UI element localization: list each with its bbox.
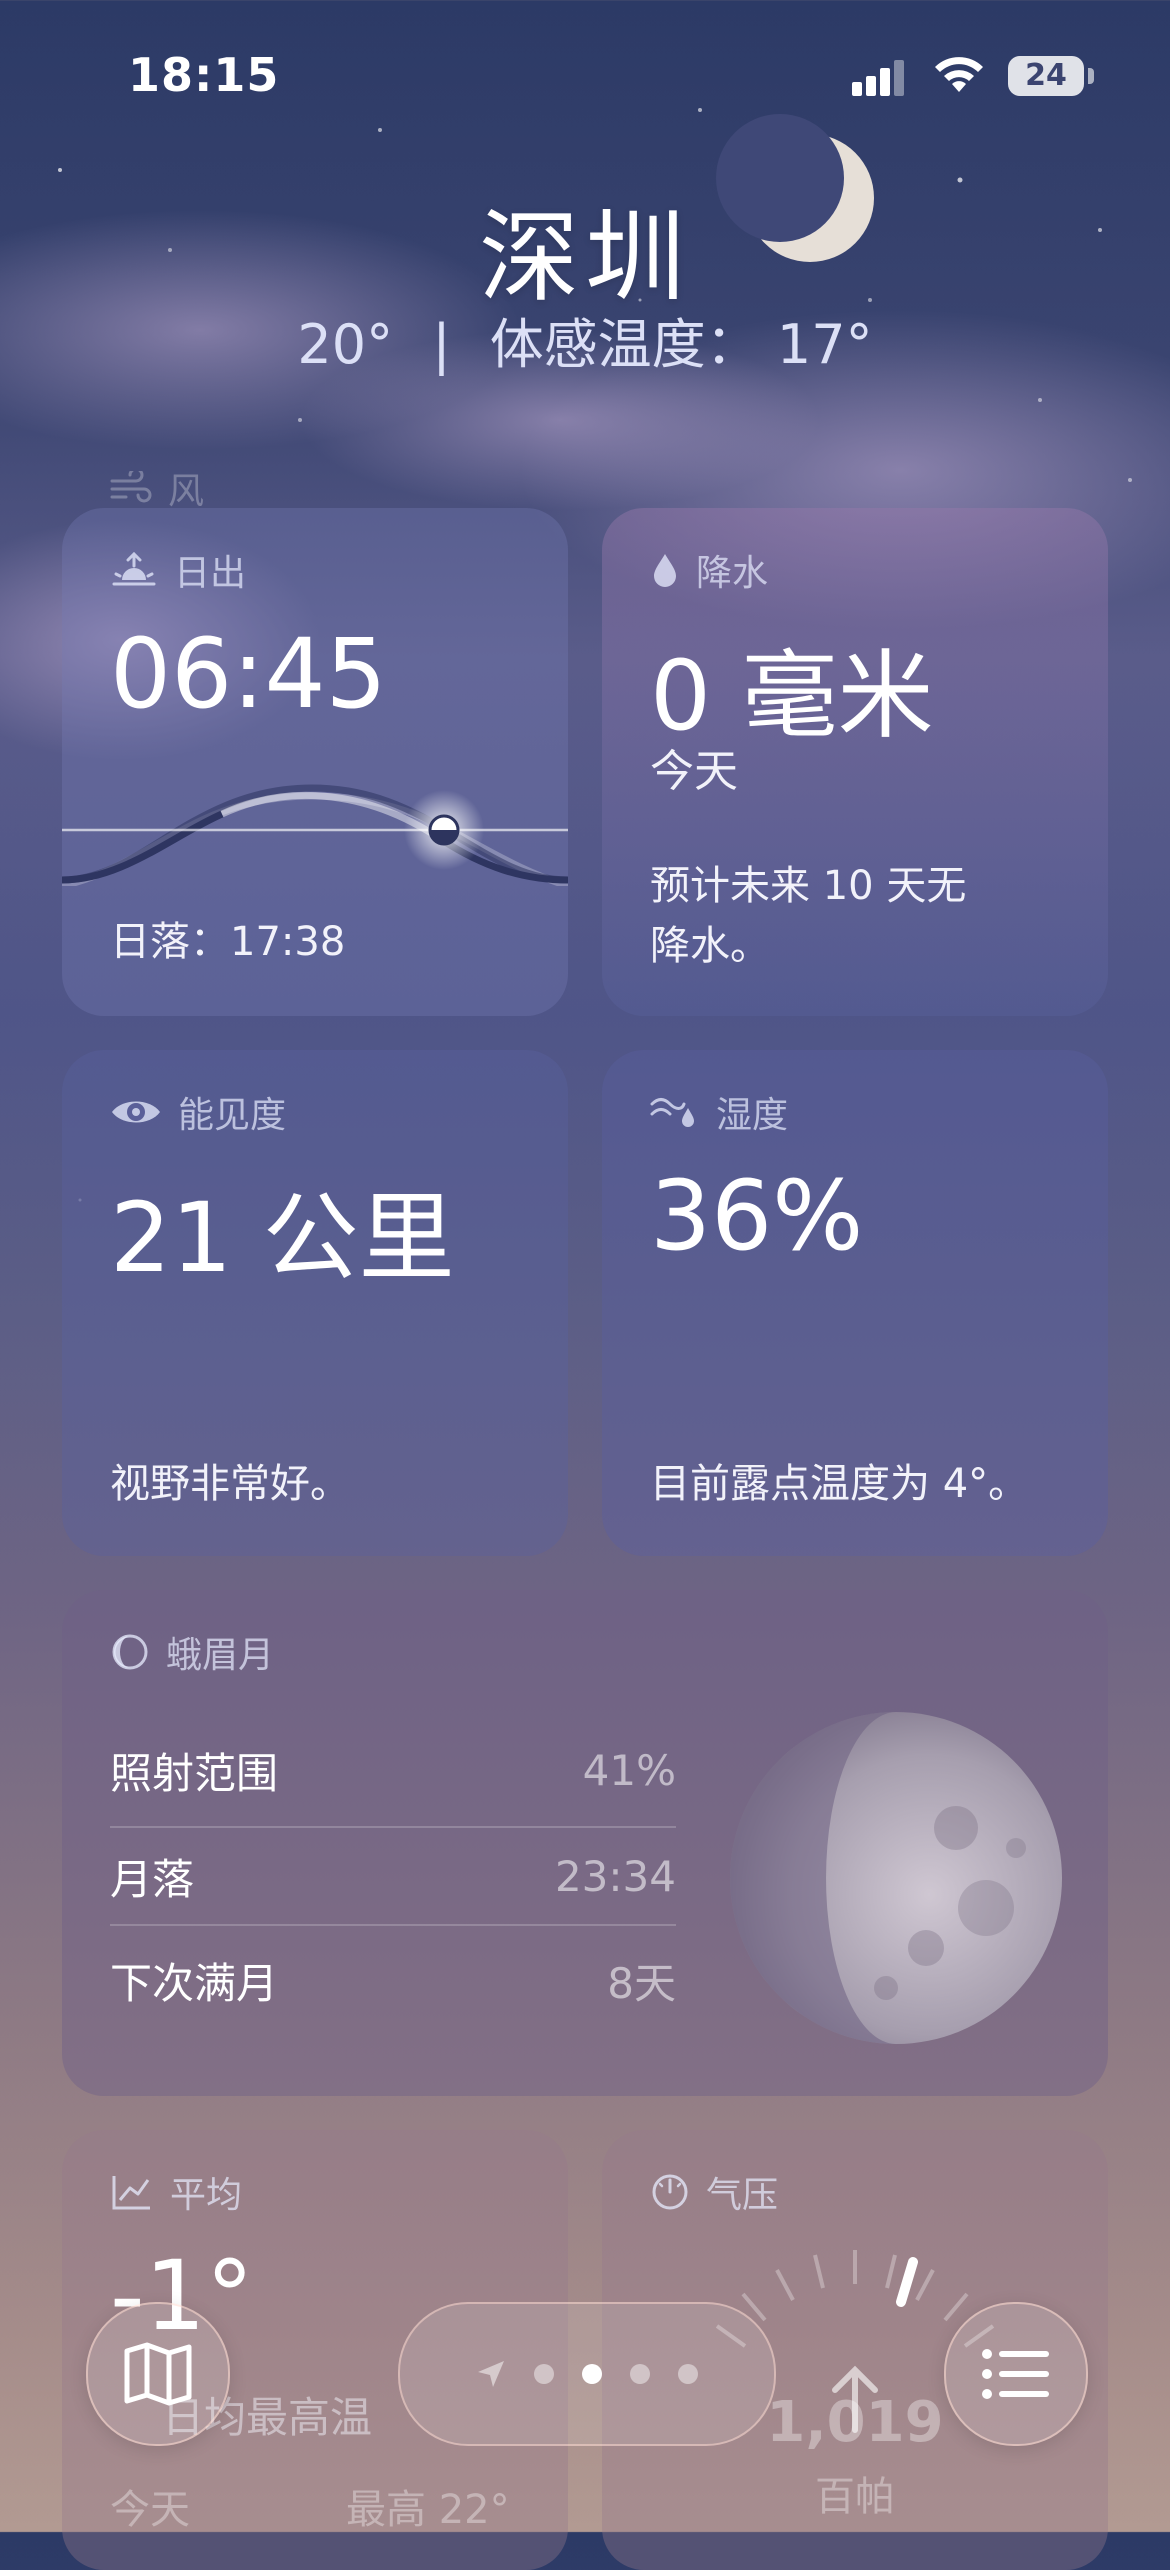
sunrise-icon — [112, 551, 156, 586]
moon-image — [730, 1712, 1062, 2044]
moonset-label: 月落 — [110, 1854, 195, 1904]
precipitation-value: 0 毫米 — [650, 640, 934, 752]
separator: | — [432, 313, 451, 376]
precipitation-label: 降水 — [696, 553, 769, 594]
pressure-card-header: 气压 — [650, 2166, 778, 2218]
humidity-note: 目前露点温度为 4°。 — [650, 1461, 1029, 1507]
feels-like-label: 体感温度： — [489, 313, 760, 376]
city-list-button[interactable] — [944, 2302, 1088, 2446]
visibility-label: 能见度 — [178, 1095, 287, 1136]
current-conditions: 20° | 体感温度： 17° — [0, 300, 1170, 379]
wind-label: 风 — [168, 471, 205, 512]
average-today-label: 今天 — [110, 2487, 190, 2533]
average-high-label: 最高 22° — [346, 2487, 510, 2533]
precipitation-forecast-line2: 降水。 — [650, 923, 770, 969]
map-button[interactable] — [86, 2302, 230, 2446]
moon-phase-label: 蛾眉月 — [166, 1635, 275, 1676]
moon-row-illumination: 照射范围 41% — [110, 1718, 676, 1822]
gauge-icon — [652, 2174, 688, 2210]
pressure-unit: 百帕 — [815, 2474, 895, 2520]
precipitation-card-header: 降水 — [650, 544, 768, 596]
raindrop-icon — [654, 554, 676, 587]
cellular-signal-icon — [852, 60, 904, 96]
humidity-icon — [650, 1098, 694, 1127]
sunset-time: 17:38 — [230, 919, 346, 965]
sunrise-card-header: 日出 — [110, 544, 246, 596]
precipitation-forecast-line1: 预计未来 10 天无 — [650, 863, 967, 909]
sunrise-label: 日出 — [174, 553, 247, 594]
illumination-label: 照射范围 — [110, 1748, 279, 1798]
map-icon — [124, 2342, 192, 2406]
location-arrow-icon[interactable] — [476, 2359, 506, 2389]
page-dot[interactable] — [678, 2364, 698, 2384]
battery-tip — [1088, 68, 1094, 84]
status-bar: 18:15 24 — [0, 0, 1170, 150]
page-dot-active[interactable] — [582, 2364, 602, 2384]
page-indicator[interactable] — [398, 2302, 776, 2446]
moon-card-header: 蛾眉月 — [110, 1626, 274, 1678]
visibility-card-header: 能见度 — [110, 1086, 286, 1138]
sunset-info: 日落：17:38 — [110, 912, 345, 972]
humidity-card-header: 湿度 — [650, 1086, 788, 1138]
precipitation-forecast: 预计未来 10 天无 降水。 — [650, 856, 966, 976]
moon-divider — [110, 1924, 676, 1926]
illumination-value: 41% — [582, 1745, 676, 1795]
moon-phase-card[interactable]: 蛾眉月 照射范围 41% 月落 23:34 下次满月 8天 — [62, 1590, 1108, 2096]
feels-like-value: 17° — [776, 313, 873, 376]
sun-path-graph — [62, 784, 568, 886]
page-dot[interactable] — [630, 2364, 650, 2384]
next-full-moon-label: 下次满月 — [110, 1958, 279, 2008]
next-full-moon-value: 8天 — [607, 1958, 676, 2008]
average-label: 平均 — [170, 2175, 243, 2216]
pressure-label: 气压 — [706, 2175, 779, 2216]
humidity-value: 36% — [650, 1160, 864, 1272]
list-icon — [982, 2349, 1049, 2399]
moonset-value: 23:34 — [554, 1851, 676, 1901]
page-dot[interactable] — [534, 2364, 554, 2384]
moon-phase-icon — [112, 1634, 148, 1670]
status-time: 18:15 — [128, 48, 280, 102]
trend-chart-icon — [112, 2176, 150, 2210]
precipitation-card[interactable]: 降水 0 毫米 今天 预计未来 10 天无 降水。 — [602, 508, 1108, 1016]
visibility-card[interactable]: 能见度 21 公里 视野非常好。 — [62, 1050, 568, 1556]
wifi-icon — [935, 57, 983, 92]
sunrise-time: 06:45 — [110, 618, 387, 730]
moon-row-next-full: 下次满月 8天 — [110, 1928, 676, 2032]
visibility-note: 视野非常好。 — [110, 1461, 350, 1507]
eye-icon — [112, 1101, 160, 1123]
sunrise-card[interactable]: 日出 06:45 日落：17:38 — [62, 508, 568, 1016]
wind-section-label: 风 — [110, 462, 204, 514]
sunset-label: 日落： — [110, 919, 230, 965]
visibility-value: 21 公里 — [110, 1182, 455, 1294]
current-temp: 20° — [297, 313, 394, 376]
humidity-label: 湿度 — [716, 1095, 789, 1136]
moon-row-moonset: 月落 23:34 — [110, 1824, 676, 1928]
wind-icon — [110, 471, 152, 503]
battery-indicator: 24 — [1008, 56, 1084, 96]
precipitation-period: 今天 — [650, 746, 738, 797]
humidity-card[interactable]: 湿度 36% 目前露点温度为 4°。 — [602, 1050, 1108, 1556]
average-card-header: 平均 — [110, 2166, 242, 2218]
